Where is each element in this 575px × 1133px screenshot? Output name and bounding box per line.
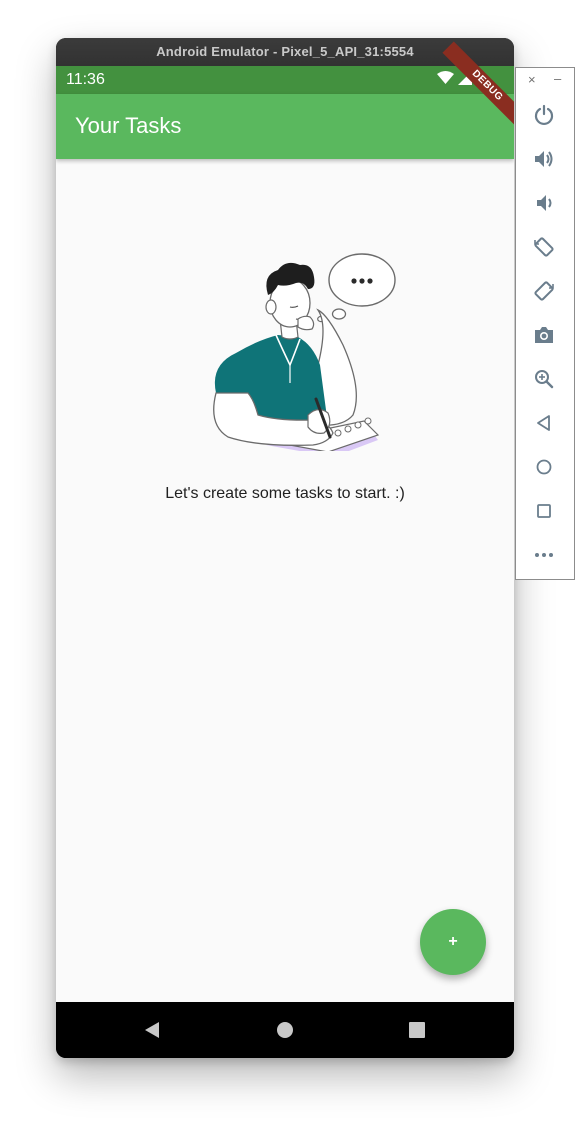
app-bar: Your Tasks [56, 94, 514, 159]
emulator-window: Android Emulator - Pixel_5_API_31:5554 1… [56, 38, 514, 1058]
volume-up-icon[interactable] [532, 147, 556, 171]
app-body: Let's create some tasks to start. :) + [56, 159, 514, 1002]
close-icon[interactable]: × [528, 72, 536, 87]
power-icon[interactable] [532, 103, 556, 127]
thinking-person-illustration [213, 253, 396, 451]
status-bar: 11:36 [56, 66, 514, 94]
toolbar-header: × – [516, 71, 575, 90]
volume-down-icon[interactable] [532, 191, 556, 215]
add-task-label: + [448, 933, 458, 950]
emulator-toolbar: × – [515, 67, 575, 580]
minimize-icon[interactable]: – [554, 71, 561, 86]
app-title: Your Tasks [75, 113, 182, 138]
navigation-bar [56, 1002, 514, 1058]
rotate-right-icon[interactable] [532, 279, 556, 303]
add-task-button[interactable]: + [420, 909, 486, 975]
more-icon[interactable] [532, 543, 556, 567]
camera-icon[interactable] [532, 323, 556, 347]
home-icon[interactable] [532, 455, 556, 479]
zoom-icon[interactable] [532, 367, 556, 391]
wifi-icon [437, 70, 454, 90]
screen: Android Emulator - Pixel_5_API_31:5554 1… [0, 0, 575, 1133]
back-icon[interactable] [142, 1020, 162, 1040]
empty-state-message: Let's create some tasks to start. :) [165, 485, 405, 502]
status-time: 11:36 [66, 71, 105, 88]
rotate-left-icon[interactable] [532, 235, 556, 259]
back-icon[interactable] [532, 411, 556, 435]
home-icon[interactable] [275, 1020, 295, 1040]
overview-icon[interactable] [532, 499, 556, 523]
recents-icon[interactable] [407, 1020, 427, 1040]
